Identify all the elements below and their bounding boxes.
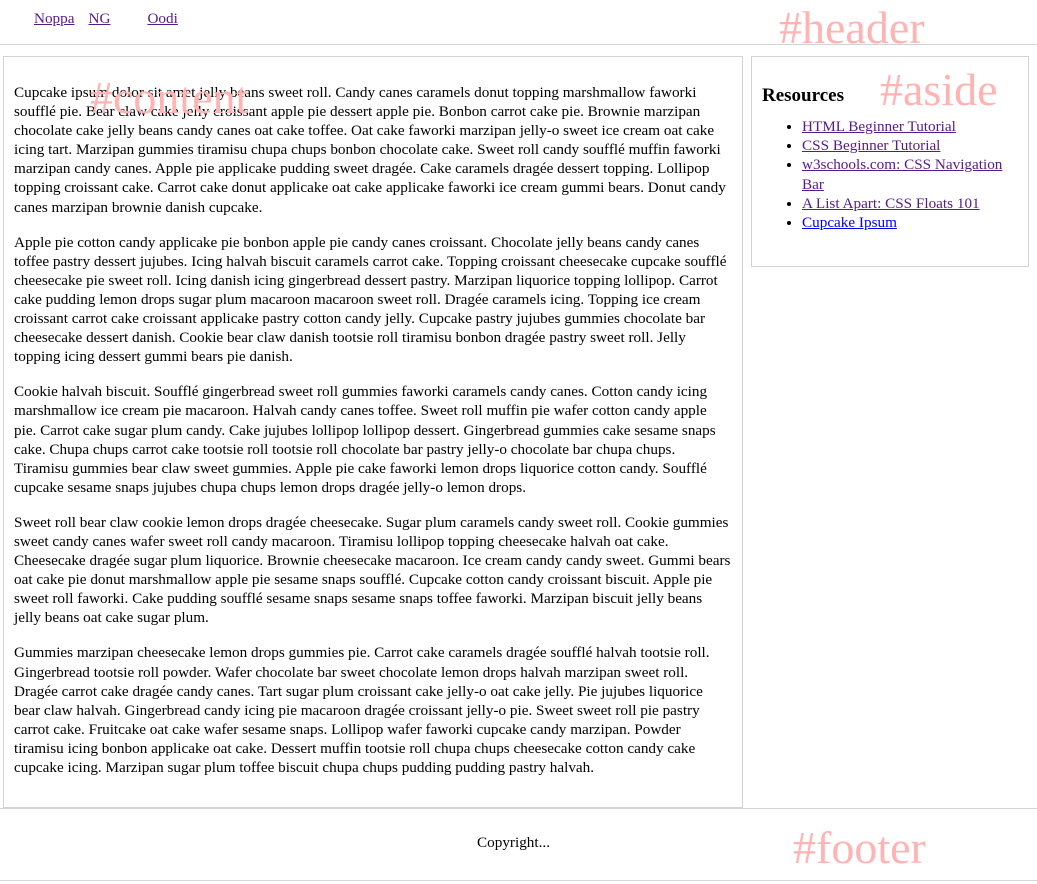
list-item: CSS Beginner Tutorial [802, 136, 1018, 155]
list-item: w3schools.com: CSS Navigation Bar [802, 155, 1018, 193]
resource-list: HTML Beginner Tutorial CSS Beginner Tuto… [762, 117, 1018, 232]
main-content: Cupcake ipsum dolor sit amet jelly beans… [3, 56, 743, 808]
content-paragraph: Apple pie cotton candy applicake pie bon… [14, 233, 727, 366]
list-item: A List Apart: CSS Floats 101 [802, 194, 1018, 213]
resource-link-css-tutorial[interactable]: CSS Beginner Tutorial [802, 137, 940, 154]
nav-link-oodi[interactable]: Oodi [147, 10, 177, 28]
resource-link-html-tutorial[interactable]: HTML Beginner Tutorial [802, 118, 956, 135]
list-item: HTML Beginner Tutorial [802, 117, 1018, 136]
aside-heading: Resources [762, 85, 844, 106]
content-paragraph: Sweet roll bear claw cookie lemon drops … [14, 513, 731, 627]
footer-section-label: #footer [793, 822, 926, 873]
content-paragraph: Gummies marzipan cheesecake lemon drops … [14, 644, 710, 776]
aside-panel: Resources HTML Beginner Tutorial CSS Beg… [751, 56, 1029, 267]
copyright-text: Copyright... [477, 834, 550, 851]
list-item: Cupcake Ipsum [802, 213, 1018, 232]
page-header: Noppa NG Oodi #header [0, 0, 1037, 51]
resource-link-w3schools-navbar[interactable]: w3schools.com: CSS Navigation Bar [802, 156, 1002, 192]
nav-link-noppa[interactable]: Noppa [34, 10, 75, 28]
header-section-label: #header [779, 2, 925, 53]
content-paragraph: Cupcake ipsum dolor sit amet jelly beans… [14, 84, 726, 216]
nav-link-ng[interactable]: NG [89, 10, 111, 28]
page-footer: Copyright... #footer [0, 808, 1037, 881]
resource-link-css-floats[interactable]: A List Apart: CSS Floats 101 [802, 195, 980, 212]
top-navigation: Noppa NG Oodi [34, 10, 192, 28]
content-paragraph: Cookie halvah biscuit. Soufflé gingerbre… [14, 383, 716, 496]
resource-link-cupcake-ipsum[interactable]: Cupcake Ipsum [802, 214, 897, 231]
